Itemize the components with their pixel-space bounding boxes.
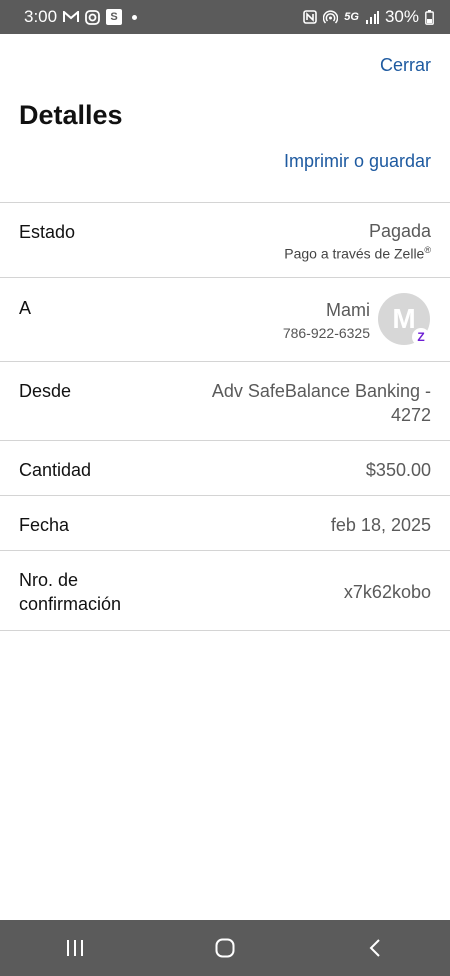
instagram-icon [85, 9, 100, 25]
home-icon[interactable] [195, 928, 255, 968]
signal-icon [365, 10, 379, 24]
gmail-icon [63, 11, 80, 23]
divider [0, 550, 450, 551]
recipient-name: Mami [326, 300, 370, 320]
nfc-icon [303, 10, 318, 24]
recipient-label: A [19, 298, 32, 318]
s-app-icon: S [106, 9, 123, 25]
network-type: 5G [344, 11, 359, 23]
status-label: Estado [19, 222, 76, 242]
page-title: Detalles [19, 100, 123, 130]
date-value: feb 18, 2025 [330, 515, 431, 535]
amount-value: $350.00 [365, 460, 431, 480]
status-value: Pagada [368, 221, 431, 241]
recent-apps-icon[interactable] [45, 928, 105, 968]
confirmation-label-line1: Nro. de [19, 570, 79, 590]
battery-percent: 30% [384, 7, 419, 26]
confirmation-label-line2: confirmación [19, 594, 122, 614]
registered-mark: ® [424, 245, 431, 255]
from-account-line1: Adv SafeBalance Banking - [211, 381, 431, 401]
system-nav-bar [0, 920, 450, 976]
confirmation-value: x7k62kobo [343, 582, 431, 602]
status-time: 3:00 [24, 7, 58, 26]
payment-method-text: Pago a través de Zelle® [284, 245, 431, 262]
back-icon[interactable] [345, 928, 405, 968]
divider [0, 630, 450, 631]
date-label: Fecha [19, 515, 70, 535]
zelle-badge: Z [412, 328, 430, 346]
avatar-initial: M [392, 303, 416, 334]
zelle-icon: Z [414, 330, 428, 344]
divider [0, 202, 450, 203]
from-account-line2: 4272 [390, 405, 431, 425]
payment-method-label: Pago a través de Zelle [284, 245, 425, 262]
notification-dot-icon [132, 14, 138, 20]
divider [0, 440, 450, 441]
status-bar: 3:00 S 5G 30% [0, 0, 450, 34]
divider [0, 361, 450, 362]
battery-icon [425, 9, 434, 25]
print-or-save-button[interactable]: Imprimir o guardar [284, 151, 431, 172]
divider [0, 277, 450, 278]
divider [0, 495, 450, 496]
status-right: 5G 30% [303, 7, 434, 27]
status-left: 3:00 S [24, 7, 138, 27]
hotspot-icon [323, 10, 339, 24]
close-button[interactable]: Cerrar [380, 55, 431, 76]
recipient-phone: 786-922-6325 [282, 325, 370, 341]
amount-label: Cantidad [19, 460, 92, 480]
from-label: Desde [19, 381, 72, 401]
